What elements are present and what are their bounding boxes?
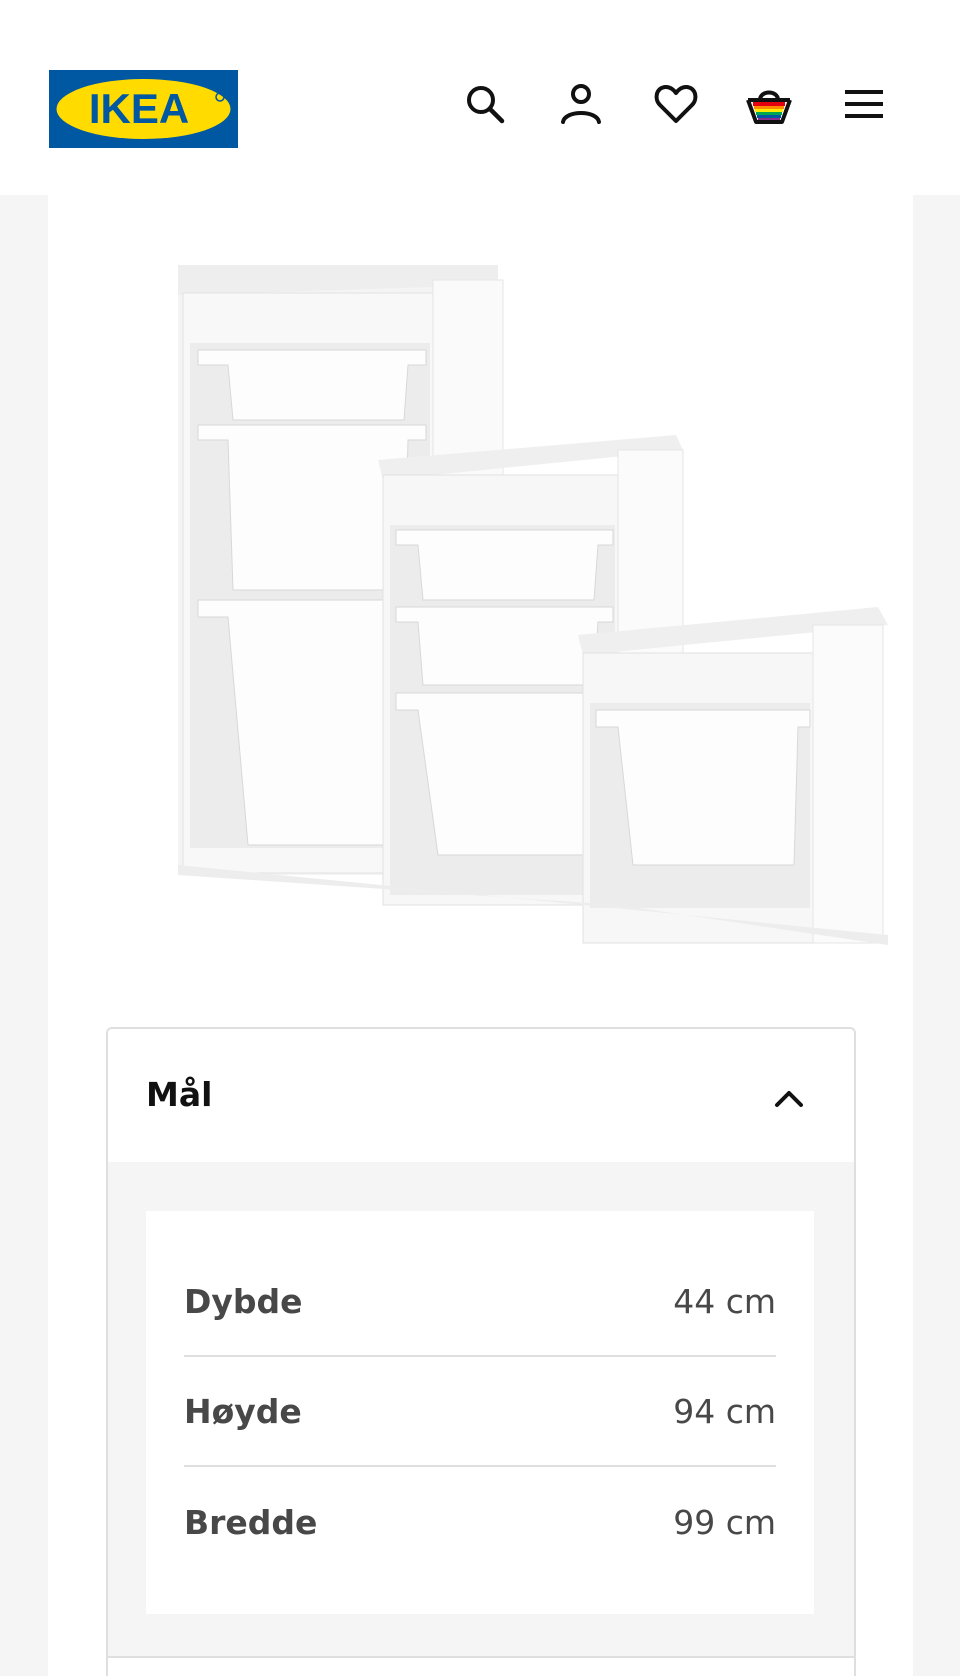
search-icon[interactable] <box>459 78 511 130</box>
basket-icon[interactable] <box>743 78 795 130</box>
dimension-row-width: Bredde 99 cm <box>184 1467 776 1577</box>
user-icon[interactable] <box>555 78 607 130</box>
dimension-label: Dybde <box>184 1281 303 1321</box>
dimension-row-depth: Dybde 44 cm <box>184 1247 776 1357</box>
dimension-label: Høyde <box>184 1391 302 1431</box>
ikea-logo[interactable]: IKEA <box>49 70 238 148</box>
header: IKEA <box>0 0 960 195</box>
dimension-row-height: Høyde 94 cm <box>184 1357 776 1467</box>
dimension-value: 44 cm <box>673 1281 776 1321</box>
heart-icon[interactable] <box>650 78 702 130</box>
dimension-value: 99 cm <box>673 1502 776 1542</box>
menu-icon[interactable] <box>838 78 890 130</box>
next-accordion-edge <box>108 1656 854 1676</box>
dimension-label: Bredde <box>184 1502 318 1542</box>
product-image[interactable] <box>108 225 888 955</box>
logo-text: IKEA <box>89 85 189 132</box>
dimensions-card: Dybde 44 cm Høyde 94 cm Bredde 99 cm <box>146 1211 814 1614</box>
chevron-up-icon <box>772 1081 806 1115</box>
dimensions-title: Mål <box>146 1075 213 1114</box>
dimension-value: 94 cm <box>673 1391 776 1431</box>
dimensions-accordion: Mål Dybde 44 cm Høyde 94 cm Bredde 99 cm <box>106 1027 856 1676</box>
dimensions-accordion-header[interactable]: Mål <box>108 1029 854 1162</box>
